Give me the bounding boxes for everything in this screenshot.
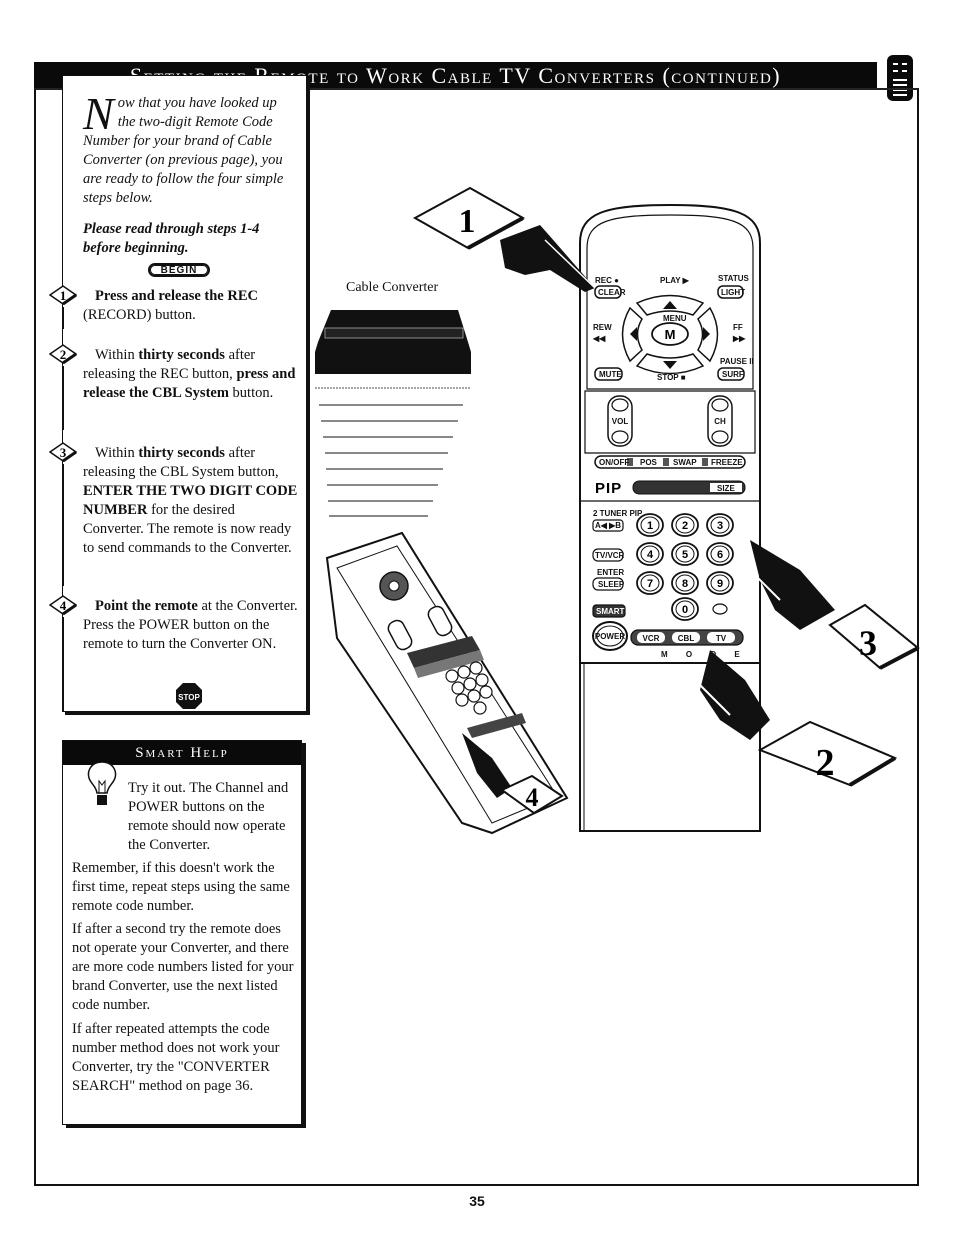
- callout-2-number: 2: [816, 742, 835, 784]
- help-text-1: Try it out. The Channel and POWER button…: [128, 780, 289, 853]
- step-emphasis: thirty seconds: [138, 445, 225, 461]
- pause-label: PAUSE ll: [720, 357, 754, 366]
- step-connector: [63, 307, 64, 329]
- digit-label: 4: [647, 549, 654, 561]
- digit-label: 9: [717, 578, 723, 590]
- ch-label: CH: [714, 417, 726, 426]
- step-connector: [63, 366, 64, 430]
- step-text-fragment: Within: [95, 445, 139, 461]
- page-number: 35: [469, 1193, 485, 1209]
- channel-rocker[interactable]: CH: [707, 395, 733, 447]
- svg-text:3: 3: [60, 445, 67, 460]
- step-3: 3 Within thirty seconds after releasing …: [48, 442, 298, 586]
- digit-label: 5: [682, 549, 688, 561]
- smart-help-panel: Smart Help Try it out. The Channel and P…: [62, 740, 302, 1125]
- help-paragraph: Try it out. The Channel and POWER button…: [72, 779, 296, 855]
- step-text: Within thirty seconds after releasing th…: [83, 444, 298, 558]
- step-connector: [63, 464, 64, 586]
- callout-1-hand: 1: [412, 186, 596, 292]
- menu-m-label: M: [665, 327, 676, 342]
- pip-pos-label: POS: [640, 458, 658, 467]
- stop-sign-icon: STOP: [175, 682, 203, 710]
- step-number-badge: 4: [48, 594, 78, 616]
- cable-converter-image: [315, 310, 471, 374]
- tvvcr-label: TV/VCR: [595, 551, 625, 560]
- digit-label: 6: [717, 549, 723, 561]
- callout-2-hand: 2: [699, 650, 898, 787]
- light-label: LIGHT: [721, 288, 745, 297]
- digit-label: 1: [647, 520, 653, 532]
- status-label: STATUS: [718, 274, 749, 283]
- enter-label: ENTER: [597, 568, 624, 577]
- help-text-3: If after a second try the remote does no…: [72, 921, 294, 1013]
- dropcap: N: [83, 88, 114, 139]
- smart-label: SMART: [596, 607, 625, 616]
- step-number-badge: 2: [48, 343, 78, 365]
- tuner-pip-label: 2 TUNER PIP: [593, 509, 643, 518]
- converter-decorative-lines: [315, 387, 471, 517]
- pip-swap-label: SWAP: [673, 458, 697, 467]
- pip-freeze-label: FREEZE: [711, 458, 743, 467]
- size-label: SIZE: [717, 484, 735, 493]
- callout-4-number: 4: [526, 783, 539, 812]
- pip-label: PIP: [595, 480, 622, 497]
- digit-label: 2: [682, 520, 688, 532]
- svg-text:4: 4: [60, 598, 67, 613]
- step-text: Press and release the REC (RECORD) butto…: [83, 287, 298, 325]
- callout-1-number: 1: [459, 203, 476, 240]
- step-emphasis: Point the remote: [95, 598, 198, 614]
- volume-rocker[interactable]: VOL: [607, 395, 633, 447]
- help-paragraph: Remember, if this doesn't work the first…: [72, 859, 296, 916]
- step-2: 2 Within thirty seconds after releasing …: [48, 344, 298, 430]
- power-label: POWER: [595, 632, 625, 641]
- step-emphasis: Press and release the REC: [95, 288, 258, 304]
- digit-label: 8: [682, 578, 688, 590]
- mute-label: MUTE: [599, 370, 622, 379]
- step-number-badge: 1: [48, 284, 78, 306]
- ff-label: FF: [733, 323, 743, 332]
- svg-text:1: 1: [60, 288, 67, 303]
- help-text-4: If after repeated attempts the code numb…: [72, 1021, 280, 1094]
- begin-label: BEGIN: [160, 264, 198, 276]
- digit-label: 7: [647, 578, 653, 590]
- help-paragraph: If after a second try the remote does no…: [72, 920, 296, 1015]
- rew-label: REW: [593, 323, 612, 332]
- ab-label: A◀ ▶B: [595, 521, 621, 530]
- begin-badge: BEGIN: [148, 263, 210, 277]
- surf-label: SURF: [722, 370, 744, 379]
- sleep-label: SLEEP: [598, 580, 625, 589]
- step-4: 4 Point the remote at the Converter. Pre…: [48, 595, 298, 711]
- vol-label: VOL: [612, 417, 629, 426]
- svg-text:2: 2: [60, 347, 67, 362]
- menu-label: MENU: [663, 314, 687, 323]
- step-emphasis: thirty seconds: [138, 347, 225, 363]
- stop-label: STOP ■: [657, 373, 686, 382]
- rew-symbol: ◀◀: [592, 334, 606, 343]
- help-text-2: Remember, if this doesn't work the first…: [72, 860, 290, 914]
- step-text: Point the remote at the Converter. Press…: [83, 597, 298, 654]
- digit-label: 0: [682, 604, 688, 616]
- step-text-fragment: (RECORD) button.: [83, 307, 196, 323]
- blank-button[interactable]: [712, 603, 728, 615]
- pip-onoff-label: ON/OFF: [599, 458, 629, 467]
- step-1: 1 Press and release the REC (RECORD) but…: [48, 285, 298, 329]
- steps-panel: N ow that you have looked up the two-dig…: [48, 75, 307, 712]
- step-text-fragment: Within: [95, 347, 139, 363]
- vcr-mode-label: VCR: [643, 634, 660, 643]
- step-text-fragment: button.: [228, 385, 274, 401]
- step-text: Within thirty seconds after releasing th…: [83, 346, 298, 403]
- remote-pointing-illustration: 4: [325, 531, 569, 835]
- digit-label: 3: [717, 520, 723, 532]
- step-connector: [63, 617, 64, 711]
- read-first-note: Please read through steps 1-4 before beg…: [83, 221, 260, 256]
- play-label: PLAY ▶: [660, 276, 690, 285]
- ff-symbol: ▶▶: [732, 334, 746, 343]
- intro-text: N ow that you have looked up the two-dig…: [83, 88, 298, 208]
- step-number-badge: 3: [48, 441, 78, 463]
- svg-text:STOP: STOP: [178, 693, 200, 702]
- help-paragraph: If after repeated attempts the code numb…: [72, 1020, 296, 1096]
